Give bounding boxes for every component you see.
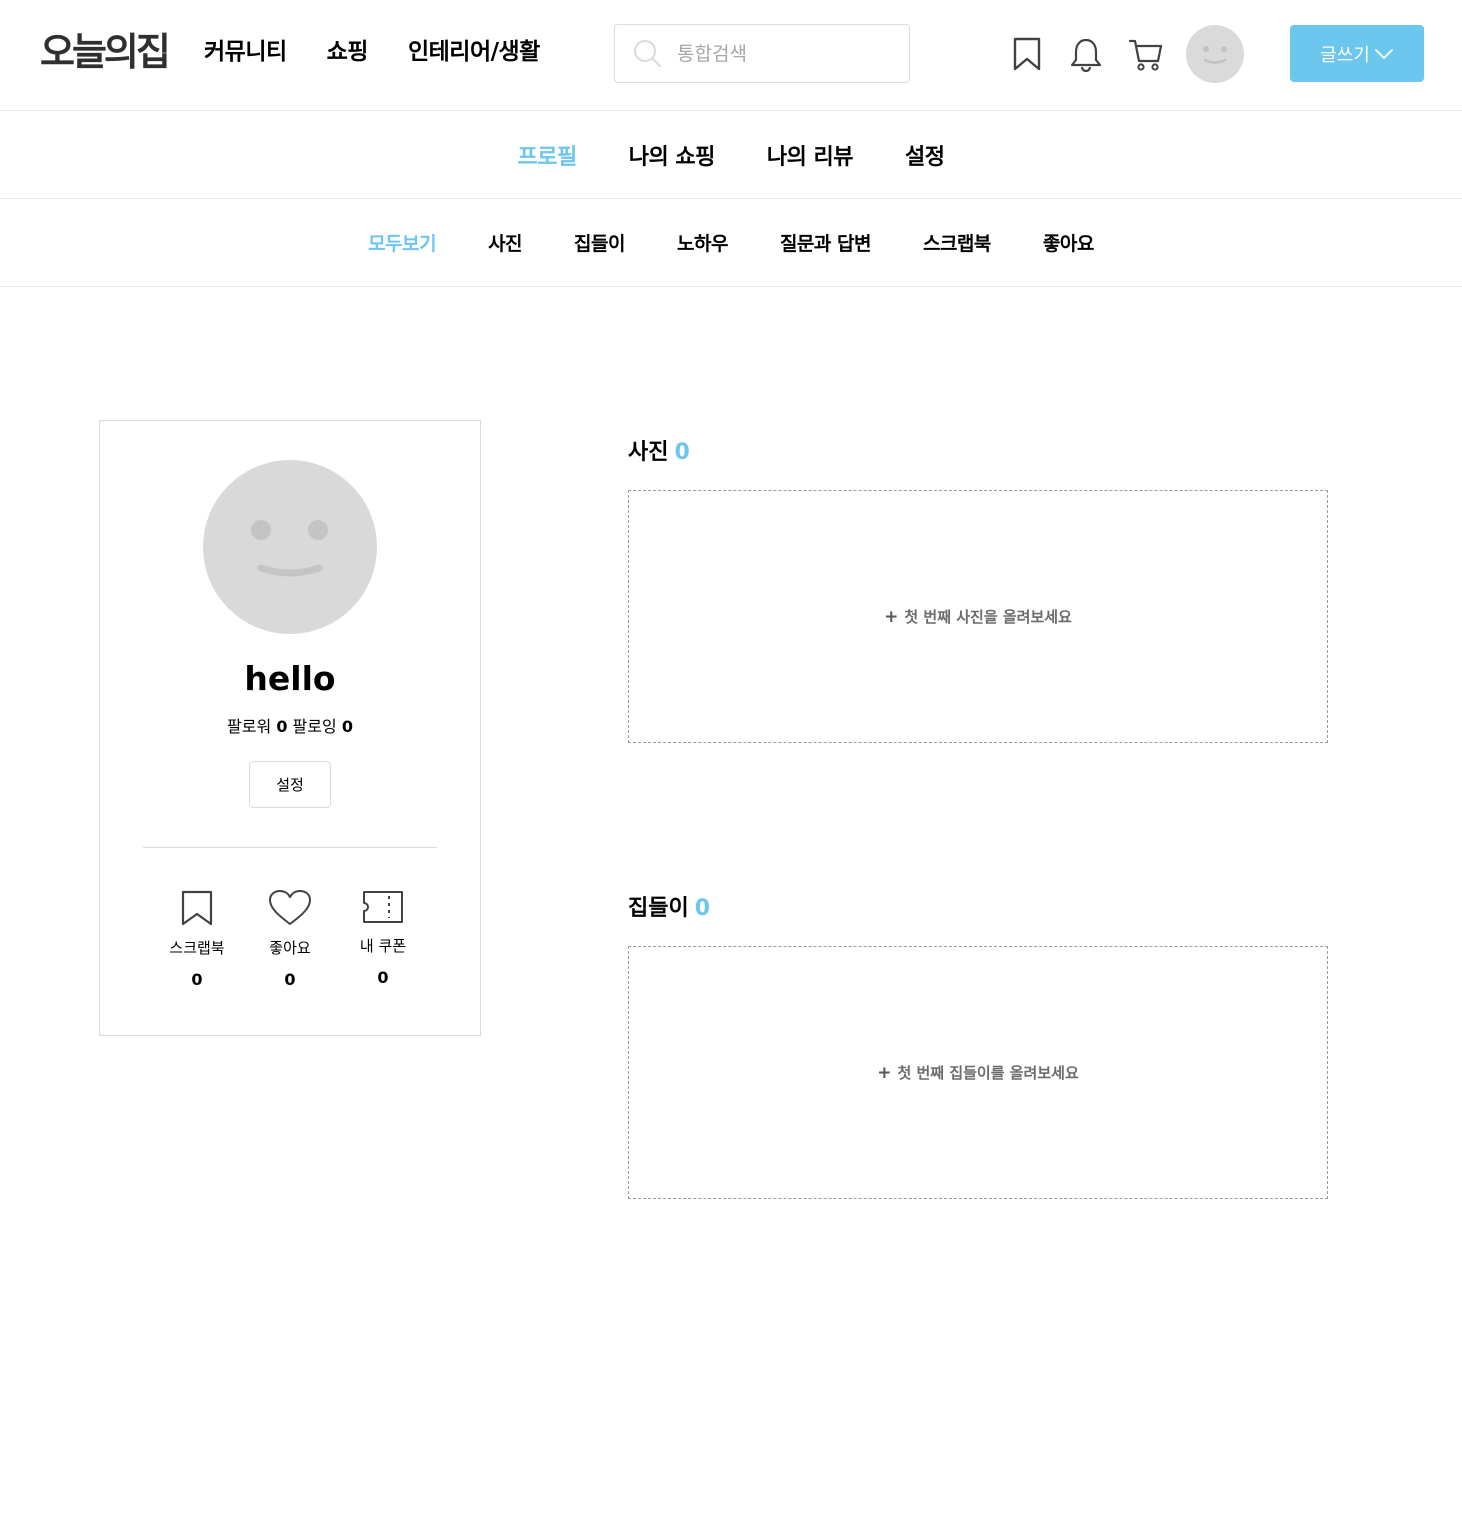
section-count: 0 bbox=[694, 896, 711, 921]
search-icon bbox=[634, 40, 662, 68]
housewarming-section-title: 집들이 0 bbox=[628, 890, 710, 922]
followers-label[interactable]: 팔로워 bbox=[227, 717, 271, 736]
heart-icon bbox=[269, 890, 311, 925]
subtab-likes[interactable]: 좋아요 bbox=[1043, 229, 1094, 256]
subtab-housewarming[interactable]: 집들이 bbox=[574, 229, 625, 256]
user-avatar[interactable] bbox=[1186, 25, 1244, 83]
bookmark-icon[interactable] bbox=[1010, 36, 1044, 72]
nav-shopping[interactable]: 쇼핑 bbox=[327, 34, 369, 70]
tab-my-shopping[interactable]: 나의 쇼핑 bbox=[629, 139, 716, 171]
follow-stats: 팔로워 0 팔로잉 0 bbox=[100, 713, 480, 737]
profile-card: hello 팔로워 0 팔로잉 0 설정 스크랩북 0 좋아요 0 내 쿠폰 0 bbox=[99, 420, 481, 1036]
card-divider bbox=[143, 847, 437, 848]
subtab-knowhow[interactable]: 노하우 bbox=[677, 229, 728, 256]
photos-section-title: 사진 0 bbox=[628, 434, 690, 466]
cart-icon[interactable] bbox=[1128, 36, 1164, 72]
section-count: 0 bbox=[674, 440, 690, 465]
profile-username: hello bbox=[244, 659, 336, 698]
profile-avatar[interactable] bbox=[203, 460, 377, 634]
section-title-label: 사진 bbox=[628, 440, 669, 465]
search-box[interactable] bbox=[614, 24, 910, 83]
plus-icon: + bbox=[877, 1062, 892, 1083]
search-input[interactable] bbox=[677, 35, 897, 72]
subtab-all[interactable]: 모두보기 bbox=[368, 229, 436, 256]
followers-count[interactable]: 0 bbox=[276, 717, 287, 736]
top-header: 오늘의집 커뮤니티 쇼핑 인테리어/생활 통합검색 글쓰기 bbox=[0, 0, 1462, 111]
upload-photo-area[interactable]: + 첫 번째 사진을 올려보세요 bbox=[628, 490, 1328, 743]
nav-community[interactable]: 커뮤니티 bbox=[204, 34, 287, 70]
subtab-qna[interactable]: 질문과 답변 bbox=[780, 229, 872, 256]
subtab-scrapbook[interactable]: 스크랩북 bbox=[923, 229, 991, 256]
main-nav: 커뮤니티 쇼핑 인테리어/생활 bbox=[204, 34, 580, 70]
site-logo[interactable]: 오늘의집 bbox=[40, 26, 171, 78]
stat-label: 스크랩북 bbox=[169, 939, 225, 957]
upload-photo-text: 첫 번째 사진을 올려보세요 bbox=[904, 608, 1072, 626]
tab-profile[interactable]: 프로필 bbox=[518, 139, 578, 171]
write-button-label: 글쓰기 bbox=[1320, 44, 1370, 66]
following-label[interactable]: 팔로잉 bbox=[293, 717, 337, 736]
tab-settings[interactable]: 설정 bbox=[905, 139, 945, 171]
profile-tabs: 프로필 나의 쇼핑 나의 리뷰 설정 bbox=[0, 111, 1462, 199]
tab-my-reviews[interactable]: 나의 리뷰 bbox=[767, 139, 854, 171]
bookmark-icon bbox=[181, 890, 213, 926]
profile-settings-button[interactable]: 설정 bbox=[249, 761, 331, 808]
upload-housewarming-text: 첫 번째 집들이를 올려보세요 bbox=[897, 1064, 1079, 1082]
stat-coupons[interactable]: 내 쿠폰 0 bbox=[338, 889, 428, 987]
profile-page: 오늘의집 커뮤니티 쇼핑 인테리어/생활 통합검색 글쓰기 프로필 나의 쇼핑 … bbox=[0, 0, 1462, 1516]
face-icon bbox=[251, 520, 328, 577]
following-count[interactable]: 0 bbox=[342, 717, 353, 736]
plus-icon: + bbox=[884, 606, 899, 627]
stat-value: 0 bbox=[284, 970, 296, 989]
stat-label: 내 쿠폰 bbox=[359, 937, 407, 955]
section-title-label: 집들이 bbox=[628, 896, 689, 921]
face-icon bbox=[1203, 46, 1227, 64]
stat-value: 0 bbox=[191, 970, 203, 989]
upload-housewarming-area[interactable]: + 첫 번째 집들이를 올려보세요 bbox=[628, 946, 1328, 1199]
stat-likes[interactable]: 좋아요 0 bbox=[245, 889, 335, 989]
write-button[interactable]: 글쓰기 bbox=[1290, 25, 1424, 82]
stat-label: 좋아요 bbox=[269, 939, 311, 957]
coupon-icon bbox=[363, 891, 403, 923]
stat-value: 0 bbox=[377, 968, 389, 987]
subtab-photos[interactable]: 사진 bbox=[488, 229, 522, 256]
bell-icon[interactable] bbox=[1069, 36, 1103, 72]
nav-interior-life[interactable]: 인테리어/생활 bbox=[408, 34, 540, 70]
chevron-down-icon bbox=[1374, 48, 1393, 59]
stat-scrapbook[interactable]: 스크랩북 0 bbox=[152, 889, 242, 989]
content-subtabs: 모두보기 사진 집들이 노하우 질문과 답변 스크랩북 좋아요 bbox=[0, 199, 1462, 287]
